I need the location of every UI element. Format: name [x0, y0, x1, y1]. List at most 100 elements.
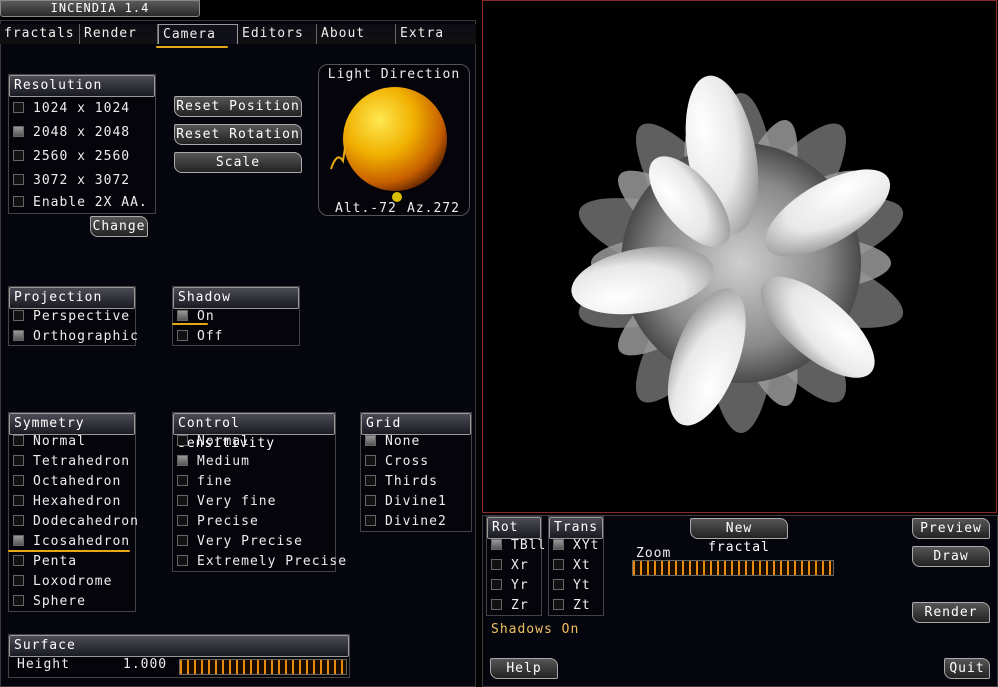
checkbox[interactable]: [491, 559, 502, 570]
rot-yr[interactable]: Yr: [491, 576, 529, 596]
resolution-option-3072[interactable]: 3072 x 3072: [13, 171, 130, 191]
checkbox[interactable]: [553, 599, 564, 610]
checkbox-checked[interactable]: [13, 535, 24, 546]
symmetry-dodecahedron[interactable]: Dodecahedron: [13, 512, 139, 532]
symmetry-hexahedron[interactable]: Hexahedron: [13, 492, 121, 512]
checkbox[interactable]: [13, 310, 24, 321]
draw-button[interactable]: Draw: [912, 546, 990, 567]
grid-divine2[interactable]: Divine2: [365, 512, 447, 532]
checkbox[interactable]: [13, 150, 24, 161]
tab-about[interactable]: About: [317, 24, 396, 44]
surface-height-slider[interactable]: [179, 659, 347, 675]
change-button[interactable]: Change: [90, 216, 148, 237]
symmetry-octahedron[interactable]: Octahedron: [13, 472, 121, 492]
projection-orthographic[interactable]: Orthographic: [13, 327, 139, 347]
enable-aa-option[interactable]: Enable 2X AA.: [13, 193, 148, 213]
checkbox[interactable]: [177, 475, 188, 486]
checkbox-checked[interactable]: [177, 455, 188, 466]
rot-zr[interactable]: Zr: [491, 596, 529, 616]
trans-yt[interactable]: Yt: [553, 576, 591, 596]
fractal-viewport[interactable]: [482, 0, 997, 513]
tab-fractals[interactable]: fractals: [0, 24, 80, 44]
trans-zt[interactable]: Zt: [553, 596, 591, 616]
tab-render[interactable]: Render: [80, 24, 158, 44]
checkbox[interactable]: [13, 475, 24, 486]
checkbox[interactable]: [491, 599, 502, 610]
rot-tbll[interactable]: TBll: [491, 536, 546, 556]
checkbox[interactable]: [177, 515, 188, 526]
sensitivity-very-precise[interactable]: Very Precise: [177, 532, 303, 552]
checkbox-checked[interactable]: [365, 435, 376, 446]
checkbox[interactable]: [365, 475, 376, 486]
resolution-option-2048[interactable]: 2048 x 2048: [13, 123, 130, 143]
checkbox[interactable]: [365, 495, 376, 506]
checkbox-checked[interactable]: [13, 126, 24, 137]
preview-button[interactable]: Preview: [912, 518, 990, 539]
checkbox[interactable]: [177, 535, 188, 546]
checkbox[interactable]: [365, 455, 376, 466]
resolution-option-2560[interactable]: 2560 x 2560: [13, 147, 130, 167]
checkbox[interactable]: [13, 196, 24, 207]
grid-cross[interactable]: Cross: [365, 452, 429, 472]
help-button[interactable]: Help: [490, 658, 558, 679]
sensitivity-medium[interactable]: Medium: [177, 452, 250, 472]
checkbox[interactable]: [13, 174, 24, 185]
tab-extra[interactable]: Extra: [396, 24, 476, 44]
tab-editors[interactable]: Editors: [238, 24, 317, 44]
checkbox[interactable]: [177, 330, 188, 341]
surface-group: Surface Height 1.000: [8, 634, 350, 678]
zoom-slider[interactable]: [632, 560, 834, 576]
surface-height-label: Height: [17, 657, 70, 672]
symmetry-tetrahedron[interactable]: Tetrahedron: [13, 452, 130, 472]
resolution-option-1024[interactable]: 1024 x 1024: [13, 99, 130, 119]
checkbox[interactable]: [13, 495, 24, 506]
sensitivity-normal[interactable]: Normal: [177, 432, 250, 452]
scale-button[interactable]: Scale: [174, 152, 302, 173]
grid-thirds[interactable]: Thirds: [365, 472, 438, 492]
symmetry-loxodrome[interactable]: Loxodrome: [13, 572, 112, 592]
checkbox[interactable]: [491, 579, 502, 590]
sensitivity-precise[interactable]: Precise: [177, 512, 259, 532]
symmetry-penta[interactable]: Penta: [13, 552, 77, 572]
sensitivity-very-fine[interactable]: Very fine: [177, 492, 276, 512]
checkbox-checked[interactable]: [177, 310, 188, 321]
render-button[interactable]: Render: [912, 602, 990, 623]
checkbox[interactable]: [13, 102, 24, 113]
symmetry-normal[interactable]: Normal: [13, 432, 86, 452]
tab-camera[interactable]: Camera: [158, 24, 238, 44]
checkbox[interactable]: [365, 515, 376, 526]
checkbox[interactable]: [13, 455, 24, 466]
checkbox[interactable]: [177, 435, 188, 446]
checkbox-checked[interactable]: [553, 539, 564, 550]
checkbox[interactable]: [553, 579, 564, 590]
checkbox[interactable]: [13, 575, 24, 586]
grid-divine1[interactable]: Divine1: [365, 492, 447, 512]
checkbox[interactable]: [13, 515, 24, 526]
light-sphere-icon[interactable]: [319, 65, 471, 217]
checkbox[interactable]: [13, 555, 24, 566]
symmetry-icosahedron[interactable]: Icosahedron: [13, 532, 130, 552]
trans-xyt[interactable]: XYt: [553, 536, 599, 556]
quit-button[interactable]: Quit: [944, 658, 990, 679]
active-tab-underline: [156, 46, 228, 48]
sensitivity-extremely-precise[interactable]: Extremely Precise: [177, 552, 347, 572]
trans-xt[interactable]: Xt: [553, 556, 591, 576]
projection-perspective[interactable]: Perspective: [13, 307, 130, 327]
checkbox[interactable]: [177, 555, 188, 566]
rot-xr[interactable]: Xr: [491, 556, 529, 576]
checkbox[interactable]: [553, 559, 564, 570]
surface-height-value: 1.000: [123, 657, 168, 672]
checkbox-checked[interactable]: [491, 539, 502, 550]
new-fractal-button[interactable]: New fractal: [690, 518, 788, 555]
checkbox[interactable]: [13, 435, 24, 446]
sensitivity-fine[interactable]: fine: [177, 472, 232, 492]
symmetry-sphere[interactable]: Sphere: [13, 592, 86, 612]
zoom-label: Zoom: [636, 546, 672, 561]
reset-rotation-button[interactable]: Reset Rotation: [174, 124, 302, 145]
checkbox[interactable]: [177, 495, 188, 506]
checkbox-checked[interactable]: [13, 330, 24, 341]
checkbox[interactable]: [13, 595, 24, 606]
grid-none[interactable]: None: [365, 432, 420, 452]
reset-position-button[interactable]: Reset Position: [174, 96, 302, 117]
shadow-off[interactable]: Off: [177, 327, 223, 347]
